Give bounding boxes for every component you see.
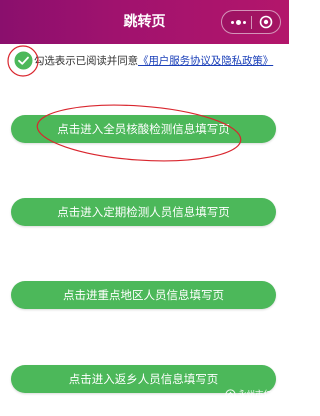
regular-testing-info-button[interactable]: 点击进入定期检测人员信息填写页: [11, 198, 276, 226]
target-circle-icon[interactable]: [259, 15, 273, 29]
capsule-divider: [251, 16, 252, 29]
watermark-logo-icon: [225, 388, 236, 400]
agreement-policy-link[interactable]: 《用户服务协议及隐私政策》: [138, 55, 273, 67]
watermark-text: 永州市仁手: [238, 390, 281, 400]
key-area-personnel-info-button[interactable]: 点击进重点地区人员信息填写页: [11, 281, 276, 309]
watermark: 永州市仁手: [225, 387, 281, 401]
agreement-row: 勾选表示已阅读并同意《用户服务协议及隐私政策》: [14, 50, 284, 72]
navigation-bar: 跳转页: [0, 0, 289, 44]
agreement-label: 勾选表示已阅读并同意: [34, 55, 138, 67]
miniprogram-capsule: [221, 10, 281, 34]
agreement-text: 勾选表示已阅读并同意《用户服务协议及隐私政策》: [34, 53, 273, 68]
more-dots-icon[interactable]: [227, 11, 249, 33]
checkbox-checked-icon[interactable]: [14, 51, 33, 70]
nucleic-acid-test-info-button[interactable]: 点击进入全员核酸检测信息填写页: [11, 115, 276, 143]
